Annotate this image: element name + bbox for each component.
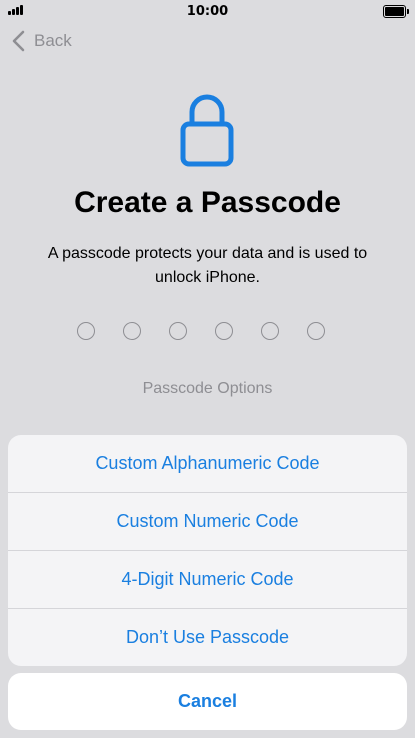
page-subtitle: A passcode protects your data and is use… (47, 245, 368, 286)
action-sheet: Custom Alphanumeric Code Custom Numeric … (8, 435, 407, 666)
cancel-button[interactable]: Cancel (8, 673, 407, 730)
back-button[interactable]: Back (10, 28, 72, 54)
page-title: Create a Passcode (74, 186, 341, 219)
lock-icon (180, 94, 234, 167)
passcode-options-link[interactable]: Passcode Options (0, 380, 415, 398)
passcode-dot (77, 322, 95, 340)
custom-numeric-code-option[interactable]: Custom Numeric Code (8, 493, 407, 551)
screen: 10:00 Back Create a Passcode A passcode … (0, 0, 415, 738)
battery-icon (383, 5, 409, 18)
chevron-left-icon (12, 30, 25, 52)
dont-use-passcode-option[interactable]: Don’t Use Passcode (8, 609, 407, 666)
signal-icon (8, 5, 23, 15)
passcode-dots (77, 322, 325, 340)
passcode-dot (169, 322, 187, 340)
passcode-dot (123, 322, 141, 340)
status-bar: 10:00 (0, 0, 415, 22)
passcode-dot (215, 322, 233, 340)
status-time: 10:00 (186, 3, 229, 19)
four-digit-numeric-code-option[interactable]: 4-Digit Numeric Code (8, 551, 407, 609)
passcode-dot (307, 322, 325, 340)
back-label: Back (34, 31, 72, 50)
custom-alphanumeric-code-option[interactable]: Custom Alphanumeric Code (8, 435, 407, 493)
passcode-dot (261, 322, 279, 340)
